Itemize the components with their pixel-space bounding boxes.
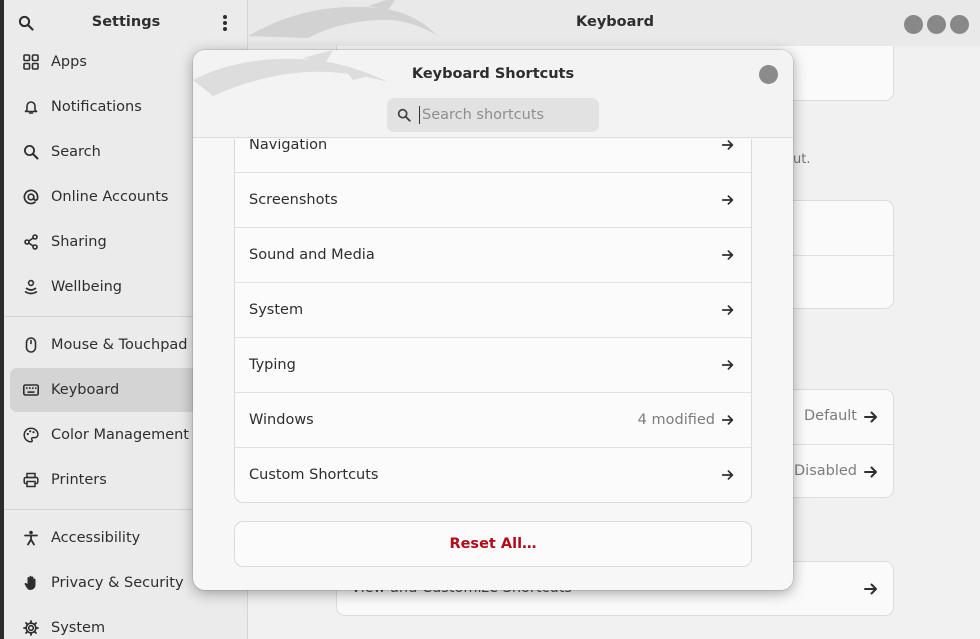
sidebar-item-label: Accessibility <box>51 530 141 546</box>
at-sign-icon <box>21 187 41 207</box>
arrow-right-icon <box>721 357 737 373</box>
arrow-right-icon <box>863 464 879 484</box>
maximize-button[interactable] <box>927 15 946 34</box>
apps-grid-icon <box>21 52 41 72</box>
category-label: Windows <box>249 412 314 428</box>
category-label: Custom Shortcuts <box>249 467 379 483</box>
gear-icon <box>21 618 41 638</box>
sidebar-item-label: Wellbeing <box>51 279 123 295</box>
arrow-right-icon <box>721 192 737 208</box>
mouse-icon <box>21 335 41 355</box>
category-row-typing[interactable]: Typing <box>235 337 751 392</box>
category-row-system[interactable]: System <box>235 282 751 337</box>
hand-icon <box>21 573 41 593</box>
category-label: Navigation <box>249 139 328 153</box>
dialog-title: Keyboard Shortcuts <box>411 66 575 82</box>
shortcut-categories-list: Navigation Screenshots Sound and Media S… <box>234 139 752 503</box>
category-label: Typing <box>249 357 296 373</box>
category-label: Screenshots <box>249 192 338 208</box>
keyboard-shortcuts-dialog: Keyboard Shortcuts Navigation Screenshot… <box>193 50 793 590</box>
sidebar-item-system[interactable]: System <box>10 606 242 639</box>
arrow-right-icon <box>863 409 879 429</box>
close-window-button[interactable] <box>950 15 969 34</box>
wellbeing-icon <box>21 277 41 297</box>
search-icon <box>21 142 41 162</box>
default-value: Default <box>804 408 857 424</box>
kebab-menu-icon[interactable] <box>212 10 238 36</box>
category-row-screenshots[interactable]: Screenshots <box>235 172 751 227</box>
arrow-right-icon <box>721 139 737 153</box>
dialog-close-button[interactable] <box>759 65 778 84</box>
category-row-navigation[interactable]: Navigation <box>235 139 751 172</box>
category-row-sound-media[interactable]: Sound and Media <box>235 227 751 282</box>
palette-icon <box>21 425 41 445</box>
bell-icon <box>21 97 41 117</box>
search-input[interactable] <box>419 106 589 124</box>
category-label: System <box>249 302 304 318</box>
sidebar-item-label: Keyboard <box>51 382 120 398</box>
printer-icon <box>21 470 41 490</box>
minimize-button[interactable] <box>904 15 923 34</box>
category-row-custom-shortcuts[interactable]: Custom Shortcuts <box>235 447 751 502</box>
page-title: Keyboard <box>576 14 654 30</box>
arrow-right-icon <box>863 581 879 601</box>
description-text: ut. <box>793 152 811 167</box>
category-label: Sound and Media <box>249 247 375 263</box>
disabled-value: Disabled <box>794 463 857 479</box>
sidebar-item-label: Search <box>51 144 101 160</box>
sidebar-item-label: Printers <box>51 472 107 488</box>
modified-count: 4 modified <box>637 412 715 428</box>
reset-all-label: Reset All… <box>449 536 537 552</box>
arrow-right-icon <box>721 247 737 263</box>
reset-all-button[interactable]: Reset All… <box>234 521 752 567</box>
share-icon <box>21 232 41 252</box>
search-shortcuts-field[interactable] <box>387 98 599 132</box>
sidebar-item-label: Privacy & Security <box>51 575 184 591</box>
arrow-right-icon <box>721 412 737 428</box>
sidebar-item-label: Mouse & Touchpad <box>51 337 188 353</box>
sidebar-item-label: Notifications <box>51 99 142 115</box>
sidebar-item-label: Color Management <box>51 427 189 443</box>
accessibility-icon <box>21 528 41 548</box>
search-icon <box>397 107 413 123</box>
sidebar-item-label: System <box>51 620 106 636</box>
keyboard-icon <box>21 380 41 400</box>
category-row-windows[interactable]: Windows 4 modified <box>235 392 751 447</box>
arrow-right-icon <box>721 467 737 483</box>
main-header: Keyboard <box>248 0 980 46</box>
sidebar-item-label: Online Accounts <box>51 189 169 205</box>
arrow-right-icon <box>721 302 737 318</box>
sidebar-item-label: Apps <box>51 54 87 70</box>
dialog-header: Keyboard Shortcuts <box>193 50 793 138</box>
sidebar-item-label: Sharing <box>51 234 107 250</box>
